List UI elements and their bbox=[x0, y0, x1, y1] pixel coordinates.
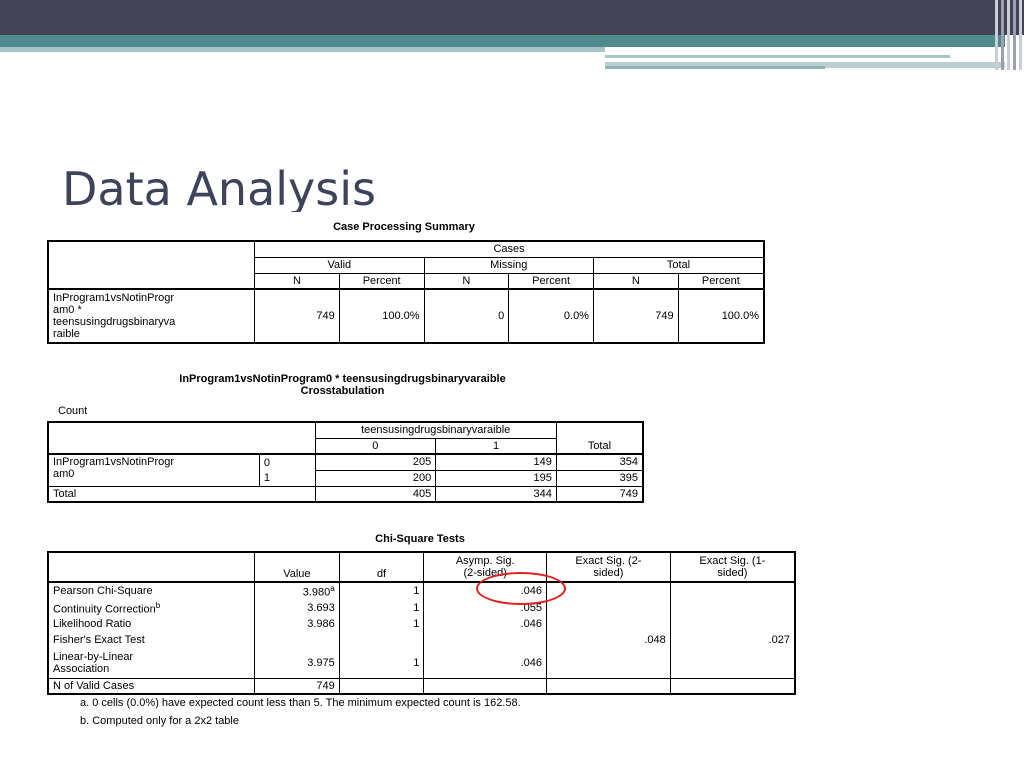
subheader: Percent bbox=[677, 272, 765, 290]
row-level: 0 bbox=[258, 453, 316, 470]
value-cell: 749 bbox=[254, 288, 340, 344]
asymp-value: .046 bbox=[423, 648, 548, 679]
value-header: Value bbox=[253, 551, 340, 583]
value-cell: 0 bbox=[423, 288, 510, 344]
count-cell: 749 bbox=[555, 485, 644, 503]
cases-header: Cases bbox=[254, 240, 765, 258]
value-cell: 749 bbox=[592, 288, 679, 344]
header-bar-teal bbox=[0, 35, 1005, 47]
stat-value: 3.693 bbox=[253, 599, 340, 617]
header-line bbox=[605, 66, 825, 69]
row-level: 1 bbox=[258, 470, 316, 487]
footnote-b: b. Computed only for a 2x2 table bbox=[80, 715, 239, 727]
corner-cell bbox=[47, 421, 316, 455]
chisq-caption: Chi-Square Tests bbox=[375, 533, 465, 545]
value-cell: 100.0% bbox=[677, 288, 765, 344]
stat-value: 3.975 bbox=[253, 648, 340, 679]
exact1-value bbox=[669, 581, 796, 600]
subheader: Percent bbox=[338, 272, 425, 290]
total-header: Total bbox=[555, 421, 644, 455]
df-value: 1 bbox=[338, 648, 425, 679]
header-bar-dark bbox=[0, 0, 1024, 35]
df-value bbox=[338, 677, 425, 695]
exact1-value bbox=[669, 599, 796, 617]
count-cell: 195 bbox=[435, 469, 557, 487]
df-value: 1 bbox=[338, 616, 425, 633]
count-cell: 344 bbox=[435, 485, 557, 503]
exact1-value bbox=[669, 677, 796, 695]
group-header: Total bbox=[592, 256, 765, 274]
asymp-value bbox=[423, 677, 548, 695]
asymp-value bbox=[423, 632, 548, 649]
asymp-value: .046 bbox=[423, 616, 548, 633]
exact2-value bbox=[546, 599, 671, 617]
row-label: InProgram1vsNotinProgr am0 * teensusingd… bbox=[47, 288, 256, 344]
crosstab-caption: InProgram1vsNotinProgram0 * teensusingdr… bbox=[179, 373, 506, 397]
column-header: 0 bbox=[314, 437, 437, 455]
column-variable: teensusingdrugsbinaryvaraible bbox=[314, 421, 557, 439]
exact2-value bbox=[546, 648, 671, 679]
subheader: N bbox=[254, 272, 340, 290]
stat-value: 3.986 bbox=[253, 616, 340, 633]
df-value bbox=[338, 632, 425, 649]
count-cell: 149 bbox=[435, 453, 557, 471]
header-line bbox=[605, 55, 950, 58]
stat-value: 749 bbox=[253, 677, 340, 695]
exact1-value bbox=[669, 616, 796, 633]
subheader: N bbox=[423, 272, 510, 290]
count-cell: 205 bbox=[314, 453, 437, 471]
count-cell: 200 bbox=[314, 469, 437, 487]
group-header: Missing bbox=[423, 256, 594, 274]
exact1-value: .027 bbox=[669, 632, 796, 649]
group-header: Valid bbox=[254, 256, 425, 274]
row-variable: InProgram1vsNotinProgr am0 bbox=[47, 453, 260, 487]
value-cell: 0.0% bbox=[508, 288, 594, 344]
corner-cell bbox=[47, 240, 256, 289]
slide-title: Data Analysis bbox=[62, 162, 376, 212]
header-stripes bbox=[992, 0, 1024, 70]
count-cell: 354 bbox=[555, 453, 644, 471]
count-cell: 405 bbox=[314, 485, 437, 503]
test-label: Fisher's Exact Test bbox=[47, 632, 255, 649]
df-value: 1 bbox=[338, 581, 425, 600]
column-header: 1 bbox=[435, 437, 557, 455]
test-label: Linear-by-Linear Association bbox=[47, 648, 255, 679]
exact1-header: Exact Sig. (1- sided) bbox=[669, 551, 796, 583]
exact2-header: Exact Sig. (2- sided) bbox=[546, 551, 671, 583]
subheader: Percent bbox=[508, 272, 594, 290]
subheader: N bbox=[592, 272, 679, 290]
crosstab-table: teensusingdrugsbinaryvaraible Total 0 1 … bbox=[47, 421, 644, 503]
highlight-circle bbox=[476, 572, 566, 605]
exact1-value bbox=[669, 648, 796, 679]
header-bar-light bbox=[0, 47, 605, 52]
test-label: Pearson Chi-Square bbox=[47, 581, 255, 600]
df-header: df bbox=[338, 551, 425, 583]
exact2-value: .048 bbox=[546, 632, 671, 649]
df-value: 1 bbox=[338, 599, 425, 617]
count-cell: 395 bbox=[555, 469, 644, 487]
test-label: Continuity Correctionb bbox=[47, 599, 255, 617]
stat-value bbox=[253, 632, 340, 649]
footnote-a: a. 0 cells (0.0%) have expected count le… bbox=[80, 697, 521, 709]
case-summary-table: Cases Valid Missing Total N Percent N Pe… bbox=[47, 240, 765, 344]
value-cell: 100.0% bbox=[338, 288, 425, 344]
test-label: N of Valid Cases bbox=[47, 677, 255, 695]
count-label: Count bbox=[58, 405, 88, 417]
total-row-label: Total bbox=[47, 485, 316, 503]
stat-value: 3.980a bbox=[253, 581, 340, 600]
case-summary-caption: Case Processing Summary bbox=[333, 221, 475, 233]
chisq-table: Value df Asymp. Sig. (2-sided) Exact Sig.… bbox=[47, 551, 796, 696]
corner-cell bbox=[47, 551, 255, 583]
exact2-value bbox=[546, 677, 671, 695]
exact2-value bbox=[546, 616, 671, 633]
test-label: Likelihood Ratio bbox=[47, 616, 255, 633]
